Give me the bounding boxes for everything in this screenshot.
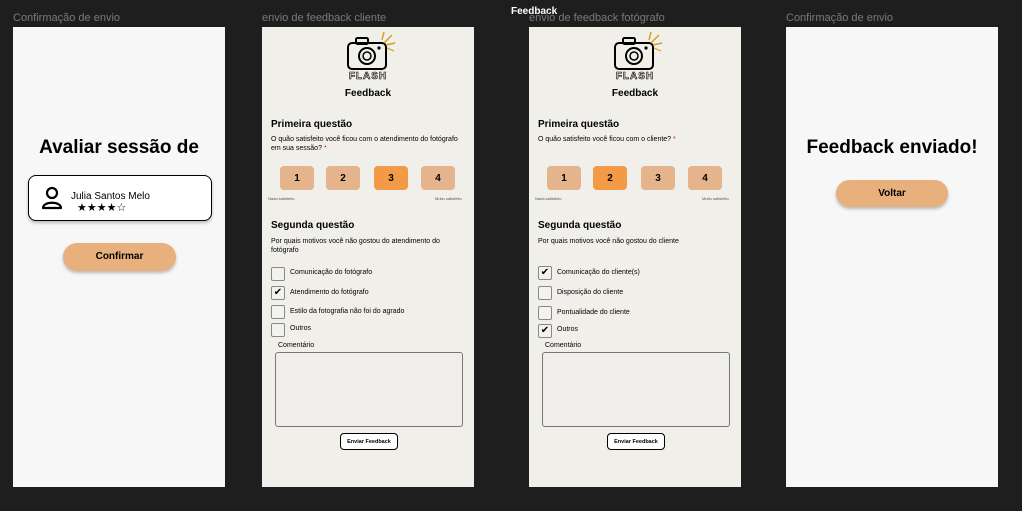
feedback-sent-title: Feedback enviado!: [806, 137, 978, 158]
scale-button-1[interactable]: 1: [547, 166, 581, 190]
feedback-heading: Feedback: [611, 88, 659, 99]
scale-low-label: Nada satisfeito: [535, 196, 562, 201]
frame-feedback-cliente: FLASH Feedback Primeira questão O quão s…: [262, 27, 474, 487]
question-2-title: Segunda questão: [538, 220, 622, 231]
question-2-text: Por quais motivos você não gostou do ate…: [271, 238, 440, 254]
back-button[interactable]: Voltar: [836, 180, 948, 207]
comment-label: Comentário: [278, 342, 315, 349]
checkbox-option-2[interactable]: ✔: [271, 286, 285, 300]
scale-button-1[interactable]: 1: [280, 166, 314, 190]
question-1-text-body: O quão satisfeito você ficou com o clien…: [538, 136, 672, 143]
option-1-label: Comunicação do cliente(s): [557, 269, 640, 276]
question-1-title: Primeira questão: [538, 119, 620, 130]
comment-textarea[interactable]: [275, 352, 463, 427]
logo-text: FLASH: [348, 71, 388, 83]
checkbox-option-1[interactable]: ✔: [538, 266, 552, 280]
checkbox-option-3[interactable]: [538, 306, 552, 320]
option-2-label: Atendimento do fotógrafo: [290, 289, 369, 296]
option-3-label: Estilo da fotografia não foi do agrado: [290, 308, 405, 315]
comment-label: Comentário: [545, 342, 582, 349]
frame-label-feedback-fotografo: envio de feedback fotógrafo: [529, 12, 665, 24]
scale-button-3[interactable]: 3: [374, 166, 408, 190]
frame-feedback-enviado: Feedback enviado! Voltar: [786, 27, 998, 487]
scale-button-3[interactable]: 3: [641, 166, 675, 190]
send-feedback-button[interactable]: Enviar Feedback: [340, 433, 398, 450]
option-3-label: Pontualidade do cliente: [557, 309, 630, 316]
question-1-text-body: O quão satisfeito você ficou com o atend…: [271, 136, 458, 152]
send-feedback-button[interactable]: Enviar Feedback: [607, 433, 665, 450]
scale-button-2[interactable]: 2: [326, 166, 360, 190]
checkbox-option-3[interactable]: [271, 305, 285, 319]
question-1-text: O quão satisfeito você ficou com o clien…: [538, 135, 728, 144]
frame-confirmacao-envio: Avaliar sessão de Julia Santos Melo ★★★★…: [13, 27, 225, 487]
scale-low-label: Nada satisfeito: [268, 196, 295, 201]
question-1-title: Primeira questão: [271, 119, 353, 130]
rating-title: Avaliar sessão de: [39, 137, 199, 158]
user-icon: [41, 186, 63, 210]
option-4-label: Outros: [290, 325, 312, 332]
comment-textarea[interactable]: [542, 352, 730, 427]
question-2-text: Por quais motivos você não gostou do cli…: [538, 238, 679, 245]
checkbox-option-4[interactable]: [271, 323, 285, 337]
required-mark: *: [673, 136, 676, 143]
option-4-label: Outros: [557, 326, 579, 333]
option-1-label: Comunicação do fotógrafo: [290, 269, 373, 276]
star-rating[interactable]: ★★★★☆: [77, 201, 126, 214]
feedback-heading: Feedback: [344, 88, 392, 99]
option-2-label: Disposição do cliente: [557, 289, 624, 296]
frame-feedback-fotografo: FLASH Feedback Primeira questão O quão s…: [529, 27, 741, 487]
checkbox-option-1[interactable]: [271, 267, 285, 281]
scale-high-label: Muito satisfeito: [435, 196, 462, 201]
scale-high-label: Muito satisfeito: [702, 196, 729, 201]
question-2-title: Segunda questão: [271, 220, 355, 231]
frame-label-feedback-cliente: envio de feedback cliente: [262, 12, 387, 24]
question-1-text: O quão satisfeito você ficou com o atend…: [271, 135, 461, 153]
checkbox-option-2[interactable]: [538, 286, 552, 300]
scale-button-4[interactable]: 4: [421, 166, 455, 190]
required-mark: *: [323, 145, 327, 152]
scale-button-4[interactable]: 4: [688, 166, 722, 190]
checkbox-option-4[interactable]: ✔: [538, 324, 552, 338]
confirm-button[interactable]: Confirmar: [63, 243, 176, 271]
logo-text: FLASH: [615, 71, 655, 83]
scale-button-2[interactable]: 2: [593, 166, 627, 190]
frame-label-confirmacao: Confirmação de envio: [13, 12, 121, 24]
frame-label-confirmacao-enviado: Confirmação de envio: [786, 12, 894, 24]
user-card[interactable]: Julia Santos Melo ★★★★☆: [28, 175, 212, 221]
